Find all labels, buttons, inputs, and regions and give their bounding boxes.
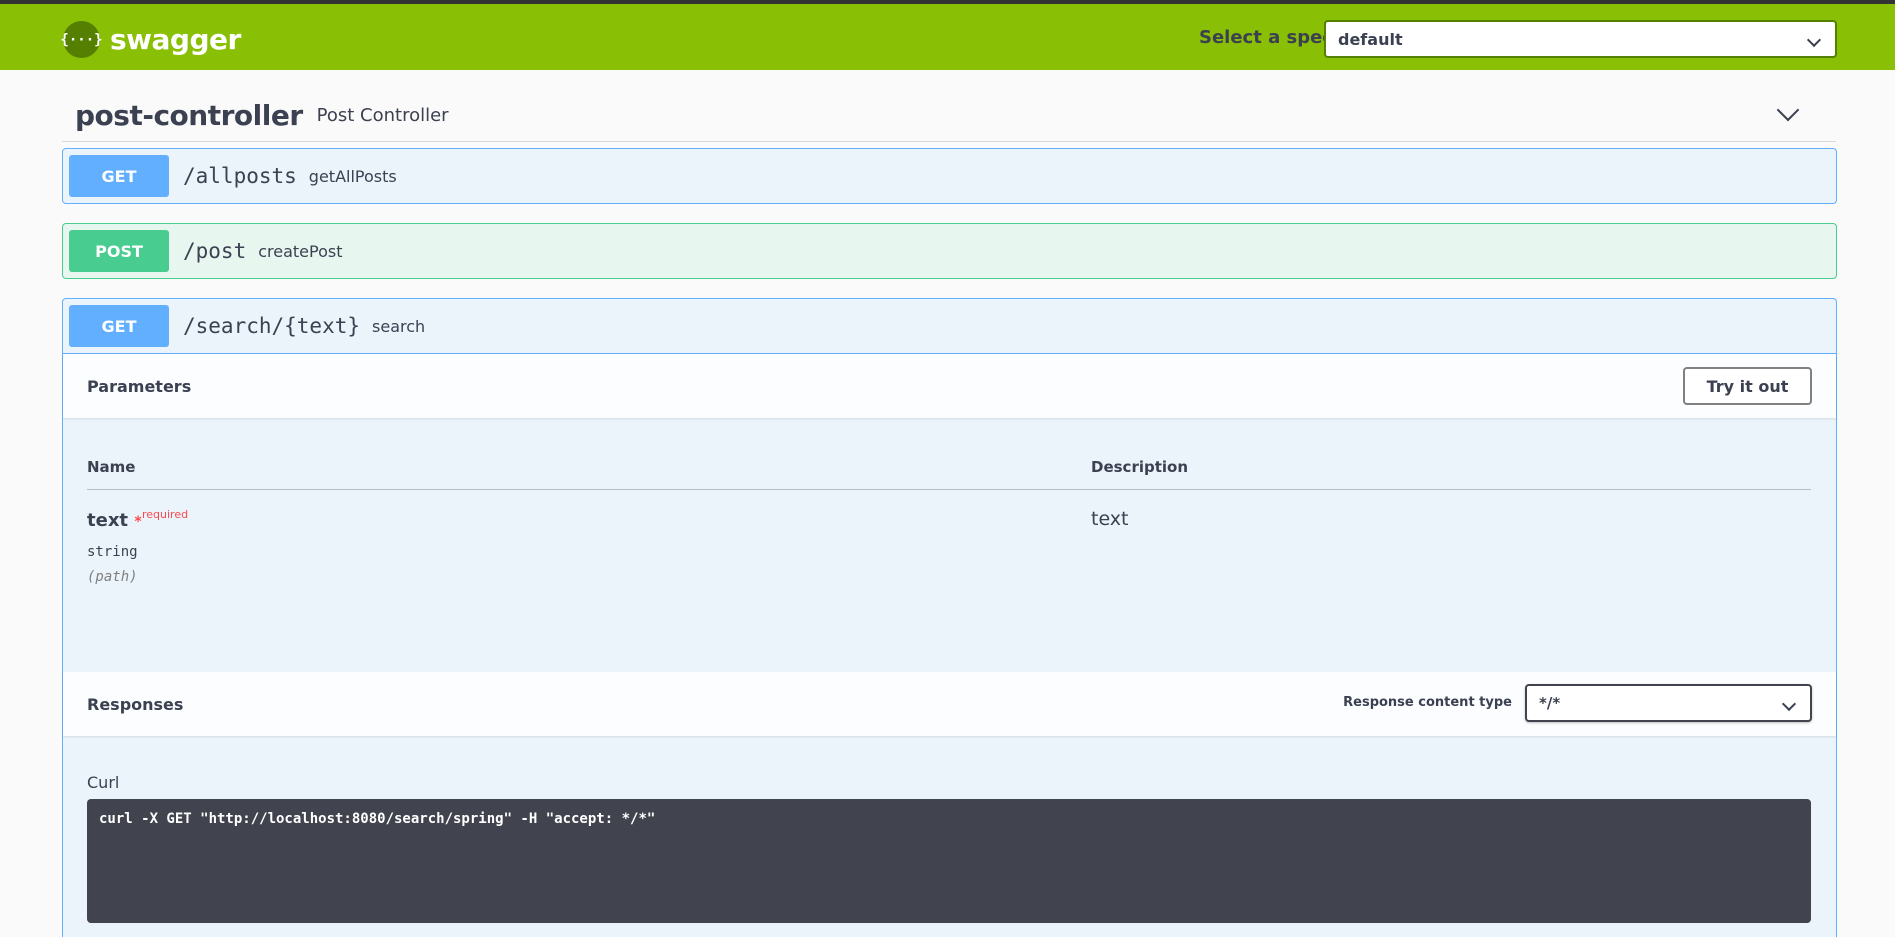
- parameters-title: Parameters: [87, 376, 192, 396]
- operation-summary-text: getAllPosts: [308, 166, 397, 186]
- operation-summary[interactable]: POST /post createPost: [63, 224, 1836, 278]
- select-spec-label: Select a spec: [1199, 27, 1333, 48]
- operation-body: Parameters Try it out Name Description t…: [63, 353, 1836, 936]
- operation-get-allposts: GET /allposts getAllPosts: [62, 148, 1837, 204]
- column-header-description: Description: [1091, 458, 1189, 476]
- response-content-type-label: Response content type: [1343, 695, 1512, 710]
- swagger-logo[interactable]: {···} swagger: [60, 21, 241, 58]
- spec-select-value: default: [1338, 29, 1403, 49]
- method-badge: GET: [69, 155, 169, 197]
- operation-summary[interactable]: GET /allposts getAllPosts: [63, 149, 1836, 203]
- operation-summary-text: createPost: [258, 241, 343, 261]
- responses-title: Responses: [87, 694, 184, 714]
- column-header-name: Name: [87, 458, 136, 476]
- parameter-name: text *: [87, 510, 142, 531]
- responses-header: Responses Response content type */*: [63, 672, 1836, 736]
- operation-path: /post: [183, 239, 247, 263]
- try-it-out-button[interactable]: Try it out: [1683, 367, 1812, 405]
- curl-label: Curl: [87, 773, 120, 792]
- curl-section: Curl curl -X GET "http://localhost:8080/…: [63, 736, 1836, 936]
- method-badge: POST: [69, 230, 169, 272]
- parameters-table: Name Description text * required string …: [63, 418, 1836, 672]
- parameters-header: Parameters Try it out: [63, 354, 1836, 418]
- tag-name: post-controller: [75, 99, 303, 132]
- swagger-logo-text: swagger: [110, 23, 241, 56]
- response-content-type-value: */*: [1539, 694, 1561, 712]
- table-divider: [87, 489, 1811, 490]
- operation-summary[interactable]: GET /search/{text} search: [63, 299, 1836, 353]
- top-bar: {···} swagger Select a spec default: [0, 0, 1895, 70]
- parameter-location: (path): [87, 569, 138, 585]
- main-content: post-controller Post Controller GET /all…: [0, 70, 1895, 937]
- tag-description: Post Controller: [316, 105, 449, 126]
- required-label: required: [142, 508, 189, 521]
- operation-path: /allposts: [183, 164, 297, 188]
- chevron-down-icon: [1781, 696, 1797, 712]
- spec-select[interactable]: default: [1324, 20, 1837, 58]
- parameter-type: string: [87, 544, 138, 560]
- curl-code-block[interactable]: curl -X GET "http://localhost:8080/searc…: [87, 799, 1811, 923]
- chevron-down-icon: [1806, 32, 1822, 48]
- response-content-type-select[interactable]: */*: [1525, 684, 1812, 722]
- operation-path: /search/{text}: [183, 314, 361, 338]
- parameter-description: text: [1091, 508, 1129, 530]
- tag-header-post-controller[interactable]: post-controller Post Controller: [62, 90, 1836, 142]
- operation-post-post: POST /post createPost: [62, 223, 1837, 279]
- swagger-logo-icon: {···}: [60, 21, 103, 58]
- operation-get-search: GET /search/{text} search Parameters Try…: [62, 298, 1837, 937]
- method-badge: GET: [69, 305, 169, 347]
- operation-summary-text: search: [372, 316, 426, 336]
- collapse-chevron-icon[interactable]: [1776, 98, 1800, 122]
